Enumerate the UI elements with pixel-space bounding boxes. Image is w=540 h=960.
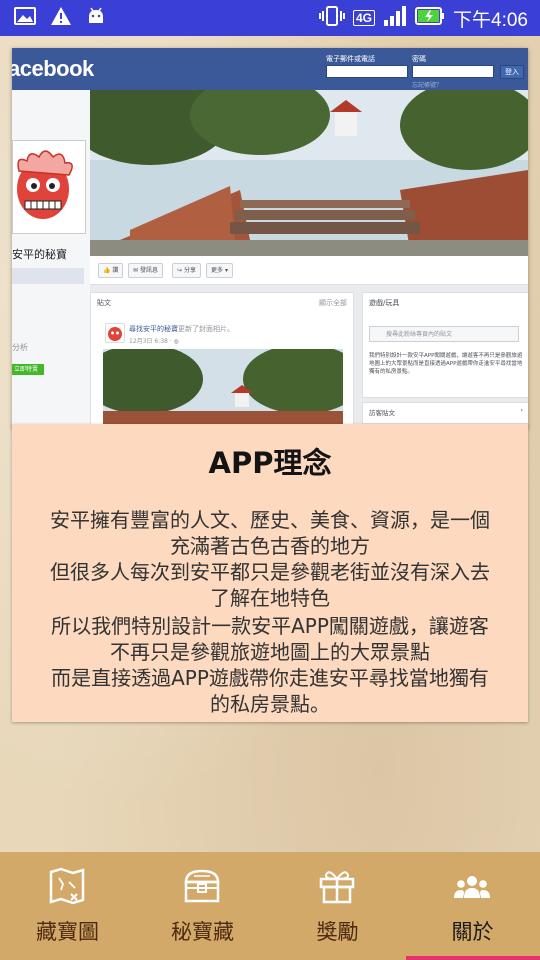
app-concept-card: APP理念 安平擁有豐富的人文、歷史、美食、資源，是一個 充滿著古色古香的地方 … [12, 424, 528, 722]
visitor-posts-box: 訪客貼文 › [362, 402, 528, 424]
like-label: 讚 [112, 267, 119, 274]
network-type-badge: 4G [353, 10, 376, 26]
category-label: 遊戲/玩具 [369, 299, 400, 307]
post-action: 更新了封面相片。 [178, 325, 234, 333]
chevron-right-icon: › [520, 406, 523, 414]
page-search-field: 搜尋此粉絲專頁內的貼文 [369, 326, 519, 342]
cover-photo [90, 90, 528, 256]
nav-rewards[interactable]: 獎勵 [270, 852, 405, 960]
concept-line-6: 不再只是參觀旅遊地圖上的大眾景點 [110, 640, 430, 664]
facebook-header: acebook 電子郵件或電話 密碼 登入 忘記帳號？ [12, 48, 528, 90]
post-date-text: 12月3日 6:38 · [129, 338, 174, 345]
posts-section: 貼文 顯示全部 尋找安平的秘寶更新了封面相片。 12月3日 6:38 · ◍ [90, 292, 354, 428]
email-label: 電子郵件或電話 [326, 55, 375, 63]
chevron-down-icon: ▾ [224, 267, 228, 274]
page-actions-bar: 👍 讚 ✉ 發訊息 ↪ 分享 更多 ▾ [90, 256, 528, 285]
share-label: 分享 [183, 267, 196, 274]
visitor-posts-row: 訪客貼文 › [363, 403, 528, 421]
forgot-account-link: 忘記帳號？ [412, 82, 443, 89]
about-box: 遊戲/玩具 搜尋此粉絲專頁內的貼文 我們特別設計一款安平APP闖關遊戲，讓遊客不… [362, 292, 528, 398]
nav-rewards-label: 獎勵 [316, 920, 359, 944]
like-action: 👍 讚 [98, 263, 124, 278]
facebook-left-column: 安平的秘寶 分析 立即特賣 [12, 90, 90, 428]
concept-line-8: 的私房景點。 [210, 692, 330, 716]
concept-line-7: 而是直接透過APP遊戲帶你走進安平尋找當地獨有 [51, 666, 489, 690]
facebook-logo: acebook [12, 56, 94, 81]
treasure-chest-icon [182, 866, 222, 906]
email-field [326, 65, 408, 78]
concept-line-1: 安平擁有豐富的人文、歷史、美食、資源，是一個 [50, 508, 490, 532]
nav-treasure-chest-label: 秘寶藏 [171, 920, 234, 944]
treasure-map-icon [47, 866, 87, 906]
globe-icon: ◍ [173, 338, 179, 345]
message-action: ✉ 發訊息 [128, 263, 163, 278]
password-label: 密碼 [412, 55, 426, 63]
gift-icon [317, 866, 357, 906]
bottom-navigation: 藏寶圖 秘寶藏 獎勵 關於 [0, 852, 540, 960]
page-name: 安平的秘寶 [12, 248, 67, 261]
post-date: 12月3日 6:38 · ◍ [129, 336, 179, 345]
posts-header: 貼文 [97, 299, 111, 307]
page-avatar [12, 140, 86, 234]
warning-icon [50, 6, 72, 30]
clock: 下午4:06 [453, 9, 528, 31]
facebook-page-screenshot: acebook 電子郵件或電話 密碼 登入 忘記帳號？ 安平的秘寶 分析 立即特… [12, 48, 528, 428]
share-action: ↪ 分享 [172, 263, 201, 278]
posts-see-all: 顯示全部 [319, 299, 347, 307]
status-bar: 4G 下午4:06 [0, 0, 540, 36]
concept-line-5: 所以我們特別設計一款安平APP闖關遊戲，讓遊客 [51, 614, 489, 638]
visitor-posts-label: 訪客貼文 [369, 409, 395, 417]
nav-strip [12, 268, 84, 284]
image-icon [14, 7, 36, 29]
nav-about[interactable]: 關於 [405, 852, 540, 960]
battery-charging-icon [415, 6, 445, 30]
android-icon [86, 6, 106, 30]
post-title: 尋找安平的秘寶更新了封面相片。 [129, 324, 234, 334]
vibrate-icon [319, 5, 345, 31]
message-icon: ✉ [133, 267, 139, 274]
more-action: 更多 ▾ [206, 263, 233, 278]
message-label: 發訊息 [139, 267, 158, 274]
nav-treasure-chest[interactable]: 秘寶藏 [135, 852, 270, 960]
nav-treasure-map[interactable]: 藏寶圖 [0, 852, 135, 960]
share-icon: ↪ [177, 267, 183, 274]
page-description: 我們特別設計一款安平APP闖關遊戲，讓遊客不再只是參觀旅遊地圖上的大眾景點而是直… [369, 353, 523, 375]
nav-about-label: 關於 [451, 920, 494, 944]
card-title: APP理念 [208, 446, 332, 480]
more-label: 更多 [211, 267, 224, 274]
thumbs-up-icon: 👍 [103, 267, 111, 274]
right-column: 遊戲/玩具 搜尋此粉絲專頁內的貼文 我們特別設計一款安平APP闖關遊戲，讓遊客不… [362, 292, 528, 428]
sale-badge: 立即特賣 [12, 364, 44, 375]
signal-icon [383, 6, 407, 30]
login-button: 登入 [500, 65, 524, 79]
nav-treasure-map-label: 藏寶圖 [36, 920, 99, 944]
active-tab-indicator [406, 956, 540, 960]
post-image [103, 349, 343, 428]
post-avatar [105, 323, 125, 343]
post-author: 尋找安平的秘寶 [129, 325, 178, 333]
concept-line-2: 充滿著古色古香的地方 [170, 534, 370, 558]
password-field [412, 65, 494, 78]
group-icon [452, 866, 492, 906]
concept-line-4: 了解在地特色 [210, 586, 330, 610]
concept-line-3: 但很多人每次到安平都只是參觀老街並沒有深入去 [50, 560, 490, 584]
sidebar-label: 分析 [12, 343, 28, 352]
